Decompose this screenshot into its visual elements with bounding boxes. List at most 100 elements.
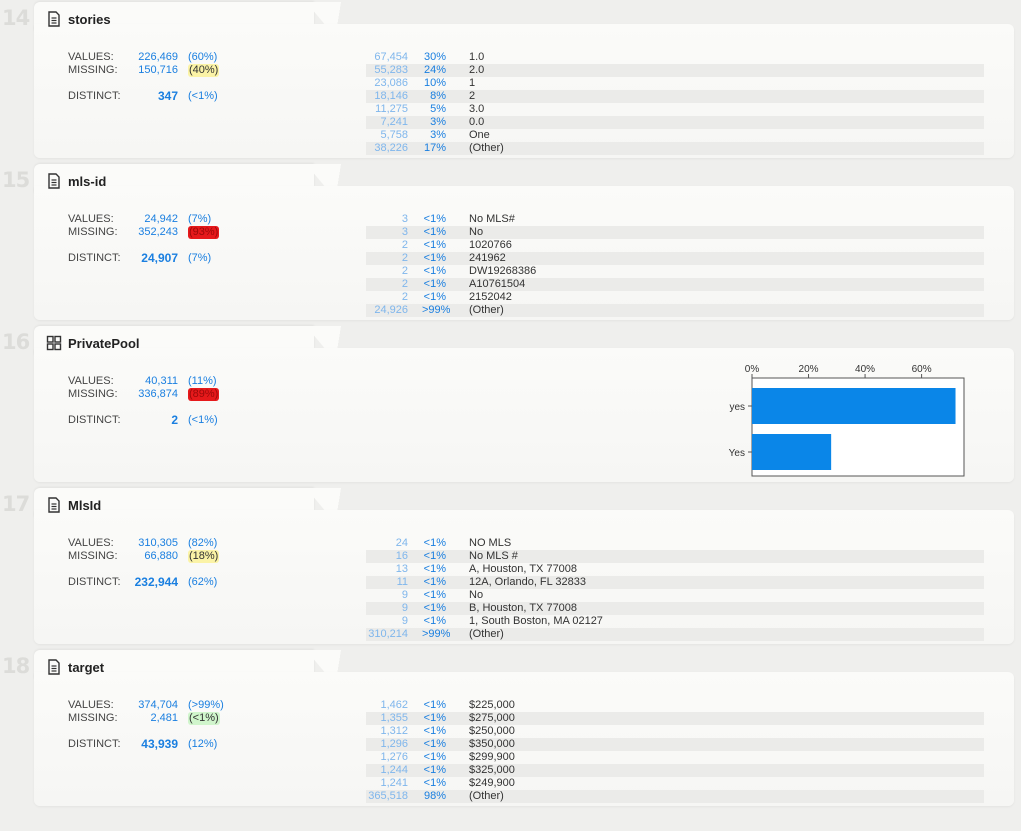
bar-Yes — [752, 434, 832, 470]
missing-percent: (18%) — [188, 550, 220, 563]
frequency-percent: 3% — [430, 116, 446, 128]
privatepool-bar-chart: 0% 20% 40% 60% yes Yes — [729, 364, 965, 477]
frequency-percent: <1% — [423, 751, 446, 763]
missing-percent: (40%) — [188, 64, 220, 77]
frequency-value: $250,000 — [469, 725, 515, 737]
distinct-percent: (12%) — [188, 738, 218, 750]
distinct-count: 2 — [171, 413, 178, 427]
category-label: Yes — [729, 448, 745, 459]
x-tick-label: 60% — [912, 364, 932, 375]
frequency-row: 23,086 10% 1 — [366, 77, 984, 90]
frequency-count: 9 — [401, 602, 408, 614]
values-percent: (11%) — [188, 375, 217, 387]
frequency-percent: <1% — [423, 265, 446, 277]
frequency-value: One — [469, 129, 490, 141]
variable-section: 14 stories VALUES: 226,469 (60%) MISSING: 150,… — [0, 0, 1021, 162]
frequency-value: 12A, Orlando, FL 32833 — [469, 576, 587, 588]
frequency-value: (Other) — [469, 628, 504, 640]
missing-label: MISSING: — [68, 712, 118, 724]
variable-title[interactable]: stories — [46, 10, 111, 28]
frequency-percent: <1% — [423, 550, 446, 562]
frequency-row: 3 <1% No MLS# — [366, 213, 984, 226]
variable-title[interactable]: target — [46, 658, 104, 676]
frequency-row: 1,312 <1% $250,000 — [366, 725, 984, 738]
x-tick-label: 40% — [855, 364, 875, 375]
values-row: VALUES: 226,469 (60%) — [68, 51, 228, 64]
variable-name: MlsId — [68, 497, 102, 513]
values-label: VALUES: — [68, 699, 114, 711]
frequency-percent: <1% — [423, 226, 446, 238]
frequency-percent: 10% — [423, 77, 446, 89]
frequency-row: 11,275 5% 3.0 — [366, 103, 984, 116]
frequency-count: 18,146 — [374, 90, 408, 102]
frequency-value: $299,900 — [469, 751, 515, 763]
summary-stats: VALUES: 310,305 (82%) MISSING: 66,880 (18%) DI… — [68, 537, 228, 589]
missing-row: MISSING: 352,243 (93%) — [68, 226, 228, 239]
frequency-row: 2 <1% 2152042 — [366, 291, 984, 304]
variable-name: PrivatePool — [68, 335, 140, 351]
distinct-label: DISTINCT: — [68, 738, 121, 750]
values-percent: (>99%) — [188, 699, 224, 711]
frequency-row: 2 <1% 1020766 — [366, 239, 984, 252]
values-row: VALUES: 24,942 (7%) — [68, 213, 228, 226]
variable-title[interactable]: PrivatePool — [46, 334, 140, 352]
frequency-value: 2152042 — [469, 291, 512, 303]
distinct-label: DISTINCT: — [68, 414, 121, 426]
frequency-row: 1,296 <1% $350,000 — [366, 738, 984, 751]
variable-title[interactable]: mls-id — [46, 172, 106, 190]
frequency-percent: <1% — [423, 738, 446, 750]
missing-percent: (<1%) — [188, 712, 220, 725]
frequency-row: 9 <1% 1, South Boston, MA 02127 — [366, 615, 984, 628]
distinct-count: 232,944 — [134, 575, 178, 589]
distinct-row: DISTINCT: 347 (<1%) — [68, 90, 228, 103]
distinct-percent: (7%) — [188, 252, 212, 264]
frequency-count: 38,226 — [374, 142, 408, 154]
frequency-value: $225,000 — [469, 699, 515, 711]
frequency-row: 7,241 3% 0.0 — [366, 116, 984, 129]
frequency-row: 38,226 17% (Other) — [366, 142, 984, 155]
frequency-value: No — [469, 226, 484, 238]
document-icon — [46, 11, 62, 27]
distinct-count: 43,939 — [141, 737, 178, 751]
values-percent: (82%) — [188, 537, 218, 549]
bar-yes — [752, 388, 956, 424]
document-icon — [46, 497, 62, 513]
frequency-row: 2 <1% A10761504 — [366, 278, 984, 291]
frequency-row: 2 <1% DW19268386 — [366, 265, 984, 278]
frequency-percent: 17% — [423, 142, 446, 154]
variable-index: 17 — [2, 492, 30, 516]
variable-name: target — [68, 659, 105, 675]
frequency-value: 3.0 — [469, 103, 485, 115]
frequency-count: 1,276 — [380, 751, 408, 763]
frequency-count: 2 — [401, 278, 408, 290]
variable-index: 14 — [2, 6, 30, 30]
frequency-count: 11 — [396, 576, 408, 588]
frequency-row: 55,283 24% 2.0 — [366, 64, 984, 77]
distinct-row: DISTINCT: 2 (<1%) — [68, 414, 228, 427]
distinct-label: DISTINCT: — [68, 252, 121, 264]
variable-title[interactable]: MlsId — [46, 496, 101, 514]
category-label: yes — [729, 402, 745, 413]
frequency-value: No MLS # — [469, 550, 518, 562]
frequency-value: DW19268386 — [469, 265, 537, 277]
variable-section: 17 MlsId VALUES: 310,305 (82%) MISSING: 66,880… — [0, 486, 1021, 648]
frequency-row: 3 <1% No — [366, 226, 984, 239]
distinct-row: DISTINCT: 24,907 (7%) — [68, 252, 228, 265]
frequency-value: $275,000 — [469, 712, 515, 724]
frequency-count: 2 — [401, 239, 408, 251]
distinct-percent: (<1%) — [188, 90, 218, 102]
frequency-value: 241962 — [469, 252, 506, 264]
frequency-count: 5,758 — [380, 129, 408, 141]
frequency-percent: <1% — [423, 764, 446, 776]
values-label: VALUES: — [68, 375, 114, 387]
distinct-row: DISTINCT: 43,939 (12%) — [68, 738, 228, 751]
frequency-value: 1, South Boston, MA 02127 — [469, 615, 603, 627]
frequency-count: 16 — [395, 550, 408, 562]
variable-section: 18 target VALUES: 374,704 (>99%) MISSING: 2,48… — [0, 648, 1021, 810]
frequency-percent: <1% — [423, 725, 446, 737]
values-label: VALUES: — [68, 51, 114, 63]
frequency-percent: <1% — [423, 589, 446, 601]
document-icon — [46, 173, 62, 189]
summary-stats: VALUES: 374,704 (>99%) MISSING: 2,481 (<1%) DI… — [68, 699, 228, 751]
distinct-label: DISTINCT: — [68, 576, 121, 588]
